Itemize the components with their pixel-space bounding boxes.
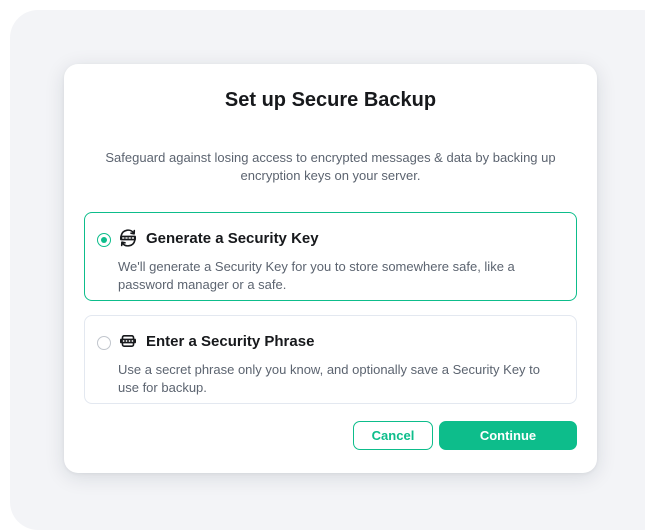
- option-description-generate-key: We'll generate a Security Key for you to…: [118, 259, 515, 292]
- continue-button[interactable]: Continue: [439, 421, 577, 450]
- key-icon: [120, 229, 136, 247]
- option-title-security-phrase: Enter a Security Phrase: [146, 333, 315, 350]
- cancel-button[interactable]: Cancel: [353, 421, 433, 450]
- radio-generate-key[interactable]: [97, 233, 111, 247]
- dialog-title: Set up Secure Backup: [224, 89, 437, 111]
- secure-backup-dialog: Set up Secure Backup Safeguard against l…: [64, 64, 597, 473]
- option-description-security-phrase: Use a secret phrase only you know, and o…: [118, 362, 541, 395]
- password-icon: [120, 335, 136, 347]
- option-generate-security-key[interactable]: Generate a Security Key We'll generate a…: [84, 212, 577, 301]
- radio-security-phrase[interactable]: [97, 336, 111, 350]
- option-enter-security-phrase[interactable]: Enter a Security Phrase Use a secret phr…: [84, 315, 577, 404]
- dialog-description: Safeguard against losing access to encry…: [105, 150, 556, 183]
- option-title-generate-key: Generate a Security Key: [146, 230, 319, 247]
